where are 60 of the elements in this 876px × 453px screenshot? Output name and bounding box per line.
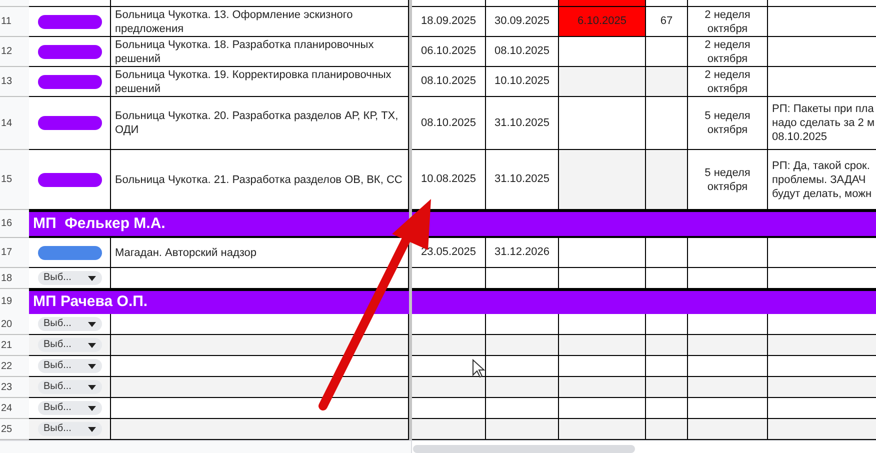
group-header: МП Рачева О.П. [29,289,409,316]
row-number: 13 [0,67,29,97]
row-number: 12 [0,37,29,67]
status-chip[interactable] [38,116,102,130]
row-number: 16 [0,210,29,238]
status-dropdown[interactable]: Выб... [38,380,102,394]
week-label: 2 неделя октября [688,7,768,37]
start-date: 08.10.2025 [412,97,486,150]
caret-icon [88,276,96,280]
task-name: Больница Чукотка. 13. Оформление эскизного предложения [111,7,409,37]
row-number: 18 [0,268,29,289]
week-label: 2 неделя октября [688,67,768,97]
row-number: 15 [0,150,29,210]
comment-line: проблемы. ЗАДАЧ [772,172,867,186]
status-chip[interactable] [38,246,102,260]
caret-icon [88,322,96,326]
start-date: 18.09.2025 [412,7,486,37]
row-number: 19 [0,289,29,316]
status-dropdown[interactable]: Выб... [38,271,102,285]
comment-line: РП: Пакеты при пла [772,102,875,116]
week-label: 5 неделя октября [688,97,768,150]
task-name: Больница Чукотка. 19. Корректировка планировочных решений [111,67,409,97]
start-date: 06.10.2025 [412,37,486,67]
row-number: 24 [0,398,29,419]
days-cell: 67 [646,7,688,37]
caret-icon [88,426,96,432]
task-name: Больница Чукотка. 21. Разработка разделов ОВ, ВК, СС [111,150,409,210]
status-chip[interactable] [38,74,102,88]
row-number: 20 [0,314,29,335]
status-dropdown[interactable]: Выб... [38,317,102,331]
comment-line: будут делать, можн [772,186,873,200]
caret-icon [88,342,96,348]
caret-icon [88,406,96,410]
caret-icon [88,384,96,390]
comment-line: надо сделать за 2 м [772,116,876,130]
row-number: 17 [0,238,29,268]
row-number: 14 [0,97,29,150]
caret-icon [88,364,96,368]
comment-line: 08.10.2025 [772,130,828,144]
start-date: 08.10.2025 [412,67,486,97]
mouse-pointer-icon [472,359,485,378]
row-number: 11 [0,7,29,37]
status-dropdown[interactable]: Выб... [38,338,102,352]
row-number: 22 [0,356,29,377]
status-chip[interactable] [38,172,102,186]
date-cell: 6.10.2025 [559,7,646,37]
status-chip[interactable] [38,14,102,28]
status-dropdown[interactable]: Выб... [38,422,102,436]
row-number: 21 [0,335,29,356]
horizontal-scrollbar[interactable] [413,445,635,453]
task-name: Больница Чукотка. 18. Разработка планировочных решений [111,37,409,67]
comment-line: РП: Да, такой срок. [772,158,871,172]
status-dropdown[interactable]: Выб... [38,401,102,415]
week-label: 2 неделя октября [688,37,768,67]
task-name: Больница Чукотка. 20. Разработка разделов АР, КР, ТХ, ОДИ [111,97,409,150]
status-chip[interactable] [38,44,102,58]
status-dropdown[interactable]: Выб... [38,359,102,373]
group-header: МП Фелькер М.А. [29,210,409,238]
row-number: 25 [0,419,29,440]
row-number: 23 [0,377,29,398]
